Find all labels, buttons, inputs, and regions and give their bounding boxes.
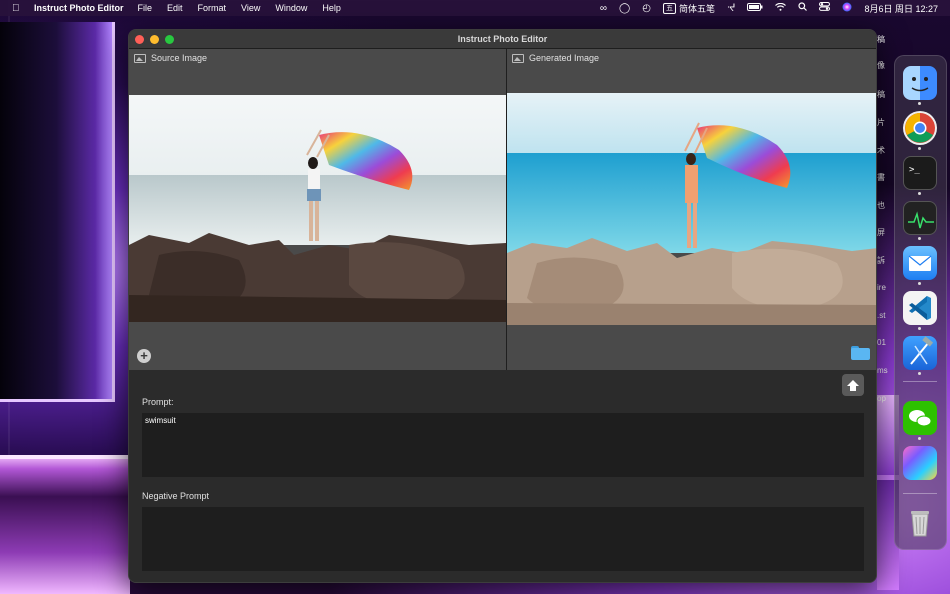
generated-image-pane: Generated Image <box>507 49 876 370</box>
finder-icon[interactable] <box>903 66 937 100</box>
wallpaper-stripe <box>0 455 130 459</box>
battery-icon[interactable] <box>747 2 763 14</box>
generated-image[interactable] <box>507 93 876 325</box>
menu-help[interactable]: Help <box>322 3 341 13</box>
window-controls <box>135 35 174 44</box>
app-window: Instruct Photo Editor Source Image + Gen… <box>128 29 877 583</box>
wifi-icon[interactable] <box>775 2 787 14</box>
dock: >_ <box>894 55 947 550</box>
ime-label: 简体五笔 <box>678 3 715 14</box>
menu-format[interactable]: Format <box>198 3 227 13</box>
minimize-button[interactable] <box>150 35 159 44</box>
folder-icon[interactable] <box>851 346 870 360</box>
generated-image-header: Generated Image <box>512 53 599 63</box>
submit-button[interactable] <box>842 374 864 396</box>
running-indicator <box>918 192 921 195</box>
zoom-button[interactable] <box>165 35 174 44</box>
activity-monitor-icon[interactable] <box>903 201 937 235</box>
image-icon <box>134 53 146 63</box>
creative-cloud-icon[interactable]: ∞ <box>600 3 607 14</box>
trash-icon[interactable] <box>903 506 937 540</box>
source-image-pane: Source Image + <box>129 49 506 370</box>
window-title: Instruct Photo Editor <box>457 34 548 44</box>
menu-edit[interactable]: Edit <box>167 3 183 13</box>
menu-file[interactable]: File <box>138 3 153 13</box>
clock[interactable]: 8月6日 周日 12:27 <box>864 2 938 15</box>
wallpaper-frame-lower <box>0 455 130 594</box>
siri-icon[interactable] <box>842 2 852 15</box>
title-bar[interactable]: Instruct Photo Editor <box>129 30 876 49</box>
input-method[interactable]: 五 简体五笔 <box>662 2 715 15</box>
close-button[interactable] <box>135 35 144 44</box>
prompt-input[interactable]: swimsuit <box>142 413 864 477</box>
mail-icon[interactable] <box>903 246 937 280</box>
control-center-icon[interactable] <box>819 2 831 14</box>
apple-icon[interactable]:  <box>12 3 26 14</box>
chrome-icon[interactable] <box>903 111 937 145</box>
bluetooth-icon[interactable]: ᔵ <box>727 3 735 14</box>
menu-window[interactable]: Window <box>275 3 307 13</box>
generated-image-label: Generated Image <box>529 53 600 63</box>
running-indicator <box>918 372 921 375</box>
xcode-icon[interactable] <box>903 336 937 370</box>
headphones-icon[interactable]: ◴ <box>642 3 651 14</box>
negative-prompt-input[interactable] <box>142 507 864 571</box>
running-indicator <box>918 102 921 105</box>
running-indicator <box>918 282 921 285</box>
dock-separator <box>903 381 937 382</box>
prompt-panel: Prompt: swimsuit Negative Prompt <box>129 370 876 582</box>
wechat-icon[interactable] <box>903 401 937 435</box>
search-icon[interactable] <box>798 2 808 14</box>
dock-separator <box>903 493 937 494</box>
background-text: 稿 <box>877 35 885 44</box>
running-indicator <box>918 327 921 330</box>
menubar:  Instruct Photo Editor File Edit Format… <box>0 0 950 16</box>
ime-badge: 五 <box>662 2 676 14</box>
photo-app-icon[interactable] <box>903 446 937 480</box>
vscode-icon[interactable] <box>903 291 937 325</box>
terminal-icon[interactable]: >_ <box>903 156 937 190</box>
running-indicator <box>918 147 921 150</box>
menu-app-name[interactable]: Instruct Photo Editor <box>34 3 124 13</box>
source-image-label: Source Image <box>151 53 208 63</box>
image-icon <box>512 53 524 63</box>
wechat-status-icon[interactable]: ◯ <box>619 3 630 14</box>
source-image-header: Source Image <box>134 53 207 63</box>
running-indicator <box>918 437 921 440</box>
menu-view[interactable]: View <box>241 3 260 13</box>
svg-text:>_: >_ <box>909 165 920 175</box>
prompt-label: Prompt: <box>142 397 174 407</box>
running-indicator <box>918 237 921 240</box>
source-image[interactable] <box>129 95 506 322</box>
status-area: ∞ ◯ ◴ 五 简体五笔 ᔵ 8月6日 周日 12:27 <box>600 0 938 16</box>
wallpaper-frame <box>0 22 115 402</box>
negative-prompt-label: Negative Prompt <box>142 491 210 501</box>
add-image-button[interactable]: + <box>137 349 151 363</box>
